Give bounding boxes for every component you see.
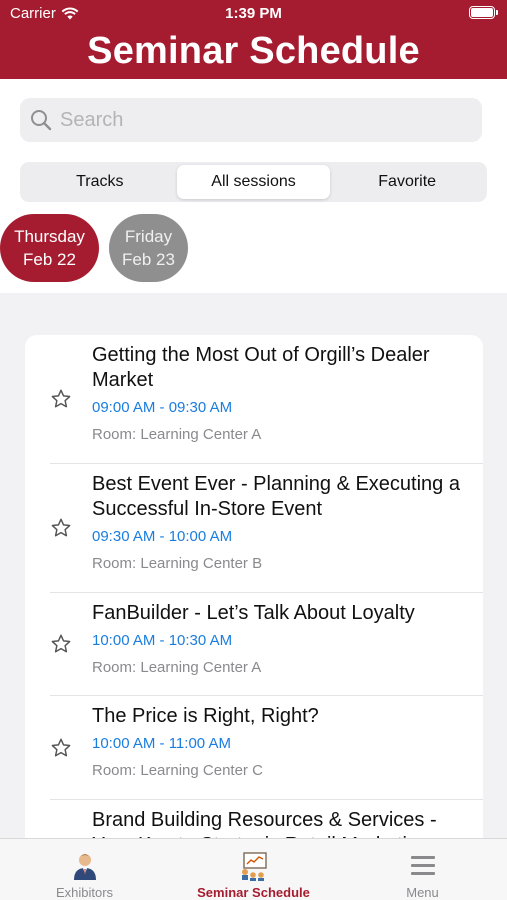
session-row[interactable]: Brand Building Resources & Services - Yo…	[50, 800, 483, 840]
favorite-star-icon[interactable]	[50, 517, 72, 539]
day-button-thursday[interactable]: Thursday Feb 22	[0, 214, 99, 282]
tab-exhibitors[interactable]: Exhibitors	[0, 839, 169, 900]
segment-favorite[interactable]: Favorite	[330, 165, 484, 199]
exhibitor-person-icon	[73, 854, 96, 880]
day-weekday: Thursday	[14, 227, 85, 246]
session-time: 10:00 AM - 10:30 AM	[92, 632, 233, 649]
day-weekday: Friday	[124, 227, 173, 246]
session-time: 09:00 AM - 09:30 AM	[92, 399, 233, 416]
session-room: Room: Learning Center A	[92, 659, 262, 676]
session-room: Room: Learning Center A	[92, 426, 262, 443]
battery-icon	[469, 6, 498, 19]
session-row[interactable]: The Price is Right, Right? 10:00 AM - 11…	[50, 696, 483, 800]
session-filter-segmented-control: Tracks All sessions Favorite	[20, 162, 487, 202]
session-title: Getting the Most Out of Orgill’s Dealer …	[92, 344, 430, 391]
session-row[interactable]: Getting the Most Out of Orgill’s Dealer …	[50, 335, 483, 464]
day-button-friday[interactable]: Friday Feb 23	[109, 214, 188, 282]
session-title: Brand Building Resources & Services - Yo…	[92, 809, 437, 840]
session-room: Room: Learning Center C	[92, 762, 263, 779]
app-header: Carrier 1:39 PM Seminar Schedule	[0, 0, 507, 79]
filter-panel: Tracks All sessions Favorite Thursday Fe…	[0, 79, 507, 293]
session-room: Room: Learning Center B	[92, 555, 263, 572]
session-time: 09:30 AM - 10:00 AM	[92, 528, 233, 545]
tab-seminar-schedule[interactable]: Seminar Schedule	[169, 839, 338, 900]
day-date: Feb 22	[23, 250, 76, 269]
status-bar: Carrier 1:39 PM	[0, 0, 507, 28]
favorite-star-icon[interactable]	[50, 633, 72, 655]
tab-label: Seminar Schedule	[197, 885, 310, 900]
segment-all-sessions[interactable]: All sessions	[176, 165, 331, 199]
search-input[interactable]	[60, 108, 460, 132]
menu-icon	[410, 856, 435, 875]
session-row[interactable]: FanBuilder - Let’s Talk About Loyalty 10…	[50, 593, 483, 696]
status-time: 1:39 PM	[225, 5, 282, 22]
session-title: Best Event Ever - Planning & Executing a…	[92, 473, 460, 520]
tab-label: Exhibitors	[55, 885, 114, 900]
day-date: Feb 23	[122, 250, 175, 269]
session-row[interactable]: Best Event Ever - Planning & Executing a…	[50, 464, 483, 593]
session-list: Getting the Most Out of Orgill’s Dealer …	[25, 335, 483, 840]
session-title: FanBuilder - Let’s Talk About Loyalty	[92, 602, 415, 624]
page-title: Seminar Schedule	[87, 30, 420, 72]
session-time: 10:00 AM - 11:00 AM	[92, 735, 231, 752]
tab-label: Menu	[406, 885, 439, 900]
segment-tracks[interactable]: Tracks	[23, 165, 177, 199]
session-title: The Price is Right, Right?	[92, 705, 319, 727]
favorite-star-icon[interactable]	[50, 388, 72, 410]
tab-menu[interactable]: Menu	[338, 839, 507, 900]
presentation-icon	[241, 852, 267, 881]
search-icon	[31, 110, 52, 131]
bottom-tab-bar: Exhibitors Seminar Schedule Menu	[0, 838, 507, 900]
search-bar[interactable]	[20, 98, 482, 142]
favorite-star-icon[interactable]	[50, 737, 72, 759]
